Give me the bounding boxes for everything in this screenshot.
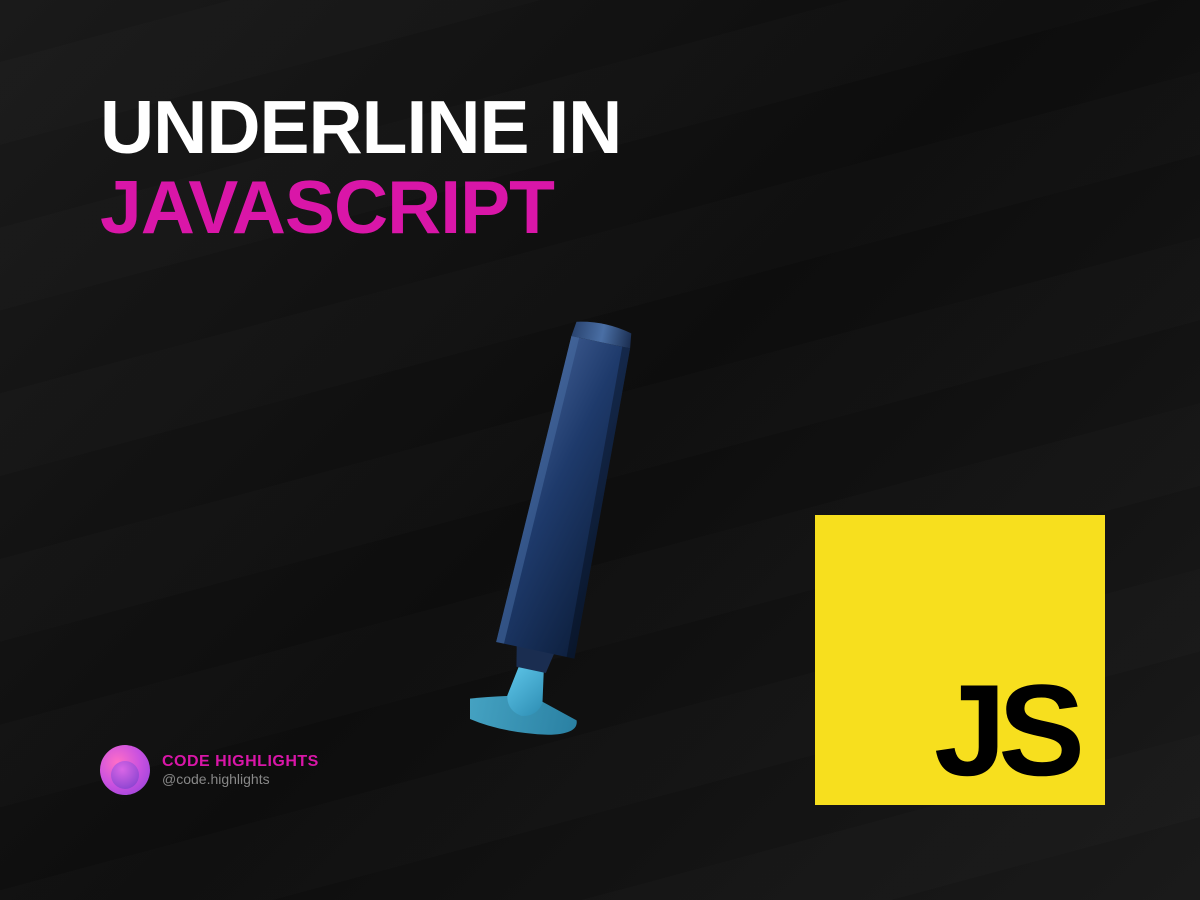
main-heading: UNDERLINE IN JAVASCRIPT [100,90,1100,245]
brand-text-block: CODE HIGHLIGHTS @code.highlights [162,753,319,787]
brand-badge: CODE HIGHLIGHTS @code.highlights [100,745,319,795]
js-logo-text: JS [934,675,1077,786]
brand-handle: @code.highlights [162,771,319,787]
promo-card: UNDERLINE IN JAVASCRIPT [0,0,1200,900]
heading-line-2: JAVASCRIPT [100,170,1100,245]
brand-avatar-icon [100,745,150,795]
highlighter-icon [470,310,670,760]
js-logo: JS [815,515,1105,805]
brand-name: CODE HIGHLIGHTS [162,753,319,771]
heading-line-1: UNDERLINE IN [100,90,1100,165]
